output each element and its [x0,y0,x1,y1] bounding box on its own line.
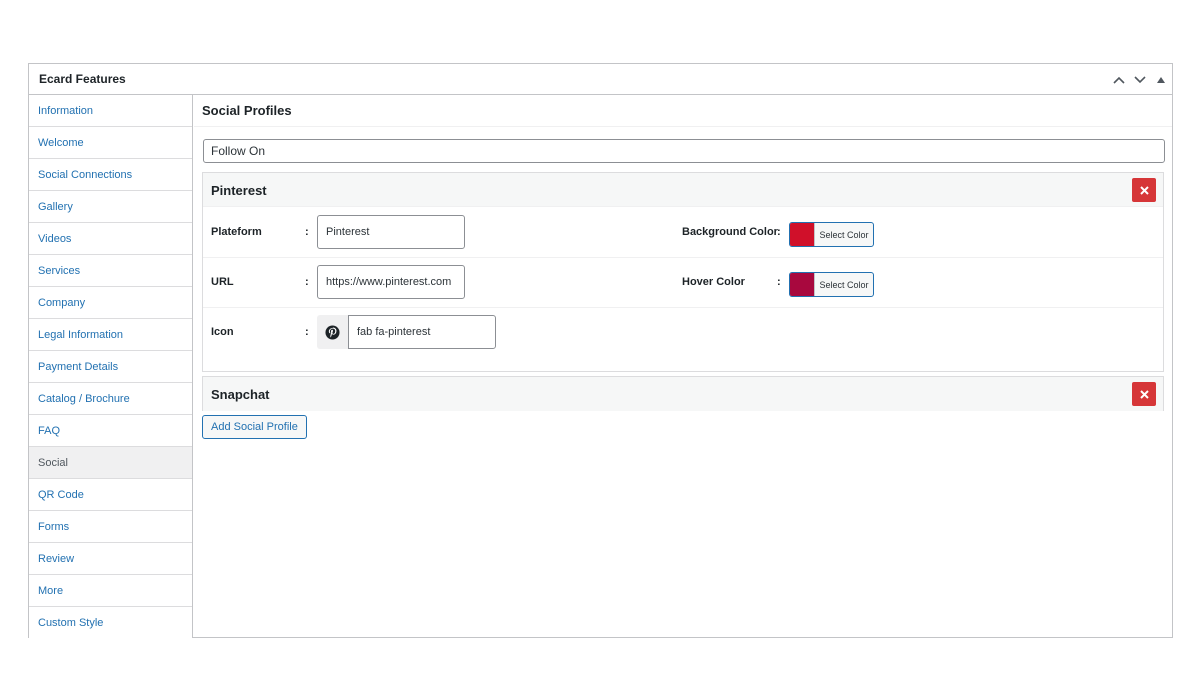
pinterest-icon [317,315,348,349]
colon: : [777,276,781,288]
chevron-up-icon[interactable] [1109,70,1129,90]
profile-header[interactable]: Pinterest [203,173,1163,207]
colon: : [777,226,781,238]
url-input[interactable] [317,265,465,299]
background-color-swatch [790,223,815,246]
icon-class-input[interactable] [348,315,496,349]
sidebar-item-custom-style[interactable]: Custom Style [29,607,192,639]
triangle-up-icon[interactable] [1151,70,1171,90]
background-color-picker[interactable]: Select Color [789,222,874,247]
url-label: URL [211,276,234,288]
panel-header: Ecard Features [29,64,1172,95]
sidebar-item-qr-code[interactable]: QR Code [29,479,192,511]
profile-card-pinterest: Pinterest Plateform : Background Color :… [202,172,1164,372]
sidebar-item-legal-information[interactable]: Legal Information [29,319,192,351]
profile-name: Snapchat [211,387,270,402]
sidebar-item-more[interactable]: More [29,575,192,607]
sidebar-item-payment-details[interactable]: Payment Details [29,351,192,383]
sidebar-item-gallery[interactable]: Gallery [29,191,192,223]
sidebar-item-forms[interactable]: Forms [29,511,192,543]
remove-profile-button[interactable] [1132,382,1156,406]
profile-card-snapchat: Snapchat [202,376,1164,411]
sidebar-item-videos[interactable]: Videos [29,223,192,255]
background-color-label: Background Color [682,226,778,238]
sidebar-item-social[interactable]: Social [29,447,192,479]
sidebar-item-review[interactable]: Review [29,543,192,575]
hover-color-picker[interactable]: Select Color [789,272,874,297]
hover-color-swatch [790,273,815,296]
divider [194,126,1172,127]
panel-body: Information Welcome Social Connections Gall… [29,95,1172,639]
follow-on-input[interactable] [203,139,1165,163]
colon: : [305,276,309,288]
sidebar-item-company[interactable]: Company [29,287,192,319]
colon: : [305,326,309,338]
sidebar-item-faq[interactable]: FAQ [29,415,192,447]
section-title: Social Profiles [202,103,292,118]
close-icon [1139,389,1149,399]
colon: : [305,226,309,238]
platform-input[interactable] [317,215,465,249]
sidebar-nav: Information Welcome Social Connections Gall… [29,95,193,639]
sidebar-item-services[interactable]: Services [29,255,192,287]
platform-label: Plateform [211,226,262,238]
close-icon [1139,185,1149,195]
social-profiles-section: Social Profiles Pinterest Plateform : Ba… [194,95,1172,637]
sidebar-item-information[interactable]: Information [29,95,192,127]
profile-header[interactable]: Snapchat [203,377,1163,411]
hover-color-label: Hover Color [682,276,745,288]
icon-row: Icon : [203,308,1163,358]
url-row: URL : Hover Color : Select Color [203,258,1163,308]
platform-row: Plateform : Background Color : Select Co… [203,208,1163,258]
profile-name: Pinterest [211,183,267,198]
sidebar-item-welcome[interactable]: Welcome [29,127,192,159]
sidebar-item-catalog-brochure[interactable]: Catalog / Brochure [29,383,192,415]
select-color-label: Select Color [819,229,869,240]
add-social-profile-button[interactable]: Add Social Profile [202,415,307,439]
select-color-label: Select Color [819,279,869,290]
remove-profile-button[interactable] [1132,178,1156,202]
icon-label: Icon [211,326,234,338]
panel-title: Ecard Features [39,72,126,86]
chevron-down-icon[interactable] [1130,70,1150,90]
sidebar-item-social-connections[interactable]: Social Connections [29,159,192,191]
ecard-features-panel: Ecard Features Information Welcome Social … [28,63,1173,639]
